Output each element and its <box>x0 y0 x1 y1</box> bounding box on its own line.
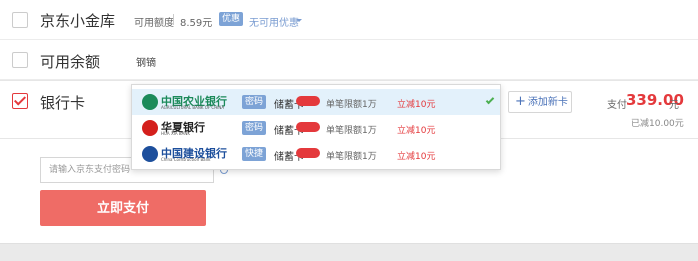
add-card-label: 添加新卡 <box>527 97 568 108</box>
ccb-logo: 中国建设银行 China Construction Bank <box>142 145 238 163</box>
single-limit: 单笔限额1万 <box>326 100 377 110</box>
page-footer-strip <box>0 243 698 261</box>
pay-now-button[interactable]: 立即支付 <box>40 190 206 226</box>
redacted-card-number <box>296 96 320 106</box>
option-balance[interactable]: 可用余额 钢镝 <box>0 40 698 80</box>
promo-dropdown[interactable]: 无可用优惠 <box>249 14 299 29</box>
balance-checkbox[interactable] <box>12 52 28 68</box>
balance-hint: 钢镝 <box>136 58 156 69</box>
payment-panel: 京东小金库 可用额度 8.59元 优惠 无可用优惠 可用余额 钢镝 银行卡 + 添… <box>0 0 698 243</box>
auth-type-badge: 密码 <box>242 121 267 135</box>
chevron-down-icon[interactable] <box>296 19 302 22</box>
pay-label: 支付 <box>607 100 627 111</box>
bank-option-abc[interactable]: 中国农业银行 AGRICULTURAL BANK OF CHINA 密码 储蓄卡… <box>132 89 500 115</box>
option-jd-xiaojinku[interactable]: 京东小金库 可用额度 8.59元 优惠 无可用优惠 <box>0 0 698 40</box>
hxb-logo: 华夏银行 HUA XIA BANK <box>142 119 238 137</box>
redacted-card-number <box>296 122 320 132</box>
xiaojinku-checkbox[interactable] <box>12 12 28 28</box>
bank-card-checkbox[interactable] <box>12 93 28 109</box>
single-limit: 单笔限额1万 <box>326 126 377 136</box>
add-card-button[interactable]: + 添加新卡 <box>508 91 572 113</box>
selected-check-icon <box>485 95 495 105</box>
single-limit: 单笔限额1万 <box>326 152 377 162</box>
redacted-card-number <box>296 148 320 158</box>
hxb-emblem-icon <box>142 120 158 136</box>
discount: 立减10元 <box>397 152 436 162</box>
abc-logo: 中国农业银行 AGRICULTURAL BANK OF CHINA <box>142 93 238 111</box>
bank-en-name: China Construction Bank <box>161 157 211 162</box>
bank-option-hxb[interactable]: 华夏银行 HUA XIA BANK 密码 储蓄卡 单笔限额1万 立减10元 <box>132 115 500 141</box>
abc-emblem-icon <box>142 94 158 110</box>
available-amount: 8.59元 <box>180 18 213 29</box>
ccb-emblem-icon <box>142 146 158 162</box>
auth-type-badge: 快捷 <box>242 147 267 161</box>
bank-card-dropdown: 中国农业银行 AGRICULTURAL BANK OF CHINA 密码 储蓄卡… <box>131 84 501 170</box>
promo-tag: 优惠 <box>219 12 244 26</box>
pay-unit: 元 <box>669 100 679 111</box>
bank-option-ccb[interactable]: 中国建设银行 China Construction Bank 快捷 储蓄卡 单笔… <box>132 141 500 167</box>
saved-amount: 已减10.00元 <box>631 119 684 129</box>
xiaojinku-label: 京东小金库 <box>40 12 116 30</box>
bank-en-name: AGRICULTURAL BANK OF CHINA <box>161 105 225 110</box>
auth-type-badge: 密码 <box>242 95 267 109</box>
discount: 立减10元 <box>397 126 436 136</box>
available-label: 可用额度 <box>134 18 174 29</box>
checkmark-icon <box>13 93 27 106</box>
balance-label: 可用余额 <box>40 53 101 71</box>
discount: 立减10元 <box>397 100 436 110</box>
plus-icon: + <box>515 94 526 109</box>
bank-en-name: HUA XIA BANK <box>161 131 190 136</box>
divider <box>173 14 174 25</box>
bank-card-label: 银行卡 <box>40 94 86 112</box>
